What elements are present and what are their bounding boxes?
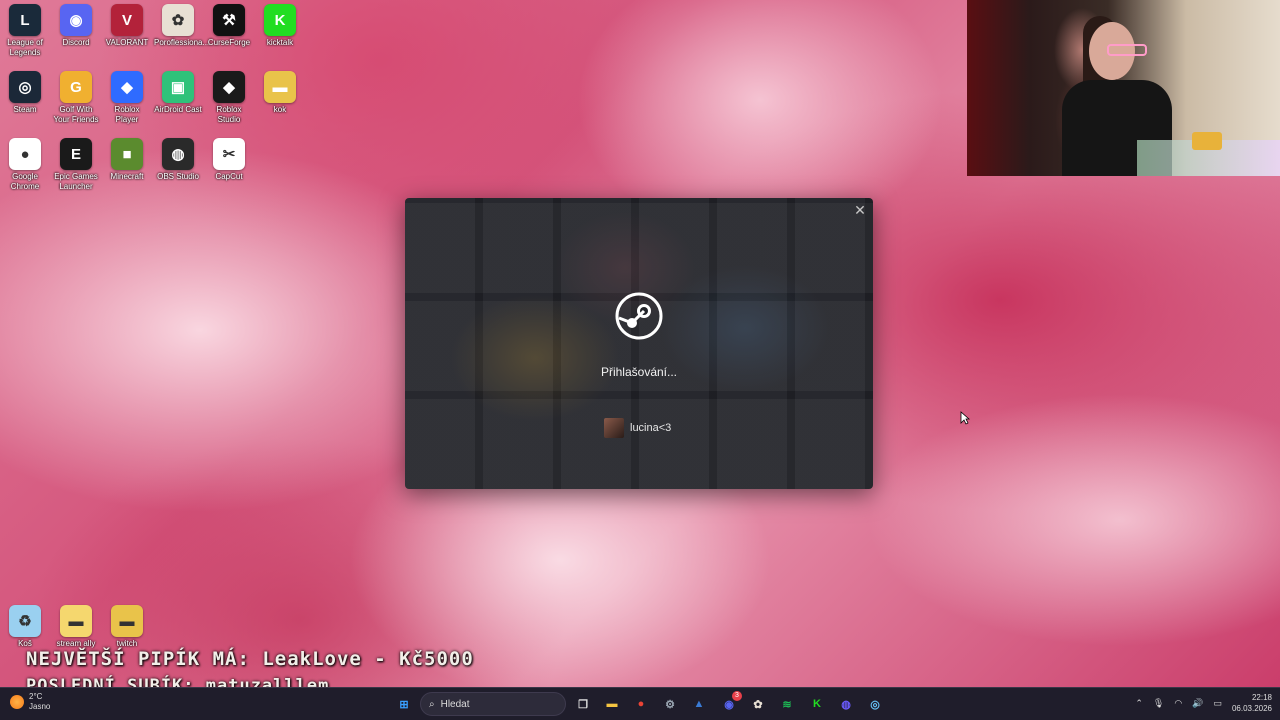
epic-games-icon: E [60,138,92,170]
desktop-icon[interactable]: Kkicktalk [256,4,304,48]
roblox-player-icon: ◆ [111,71,143,103]
photos-icon[interactable]: ▲ [688,693,710,715]
notification-badge: 3 [732,691,742,701]
poro-icon: ✿ [162,4,194,36]
desktop-icon[interactable]: ▣ AirDroid Cast [154,71,202,115]
valorant-icon: V [111,4,143,36]
desktop-icon[interactable]: ✿ Poroflessiona... [154,4,210,48]
search-box[interactable]: ⌕ Hledat [420,692,566,716]
obs-icon: ◍ [162,138,194,170]
top-donor-text: NEJVĚTŠÍ PIPÍK MÁ: LeakLove - Kč5000 [26,648,474,670]
microphone-icon[interactable]: 🎙 [1153,698,1164,709]
weather-description: Jasno [29,702,51,711]
desktop-icon[interactable]: ▬ kok [256,71,304,115]
desktop-icon-label: Roblox Studio [216,105,242,124]
taskbar: 2°C Jasno ⊞ ❐ ▬ ● ⚙ ▲ ◉ ✿ ≋ K ◍ ◎ 3 ⌕ Hledat ⌃ 🎙 ◠ 🔊… [0,687,1280,720]
desktop-icon-label: Google Chrome [10,172,40,191]
kick-icon[interactable]: K [806,693,828,715]
chevron-up-icon[interactable]: ⌃ [1135,698,1143,709]
desktop-icon-label: CapCut [215,172,243,181]
airdroid-icon: ▣ [162,71,194,103]
desktop-icon-label: Poroflessiona... [154,38,210,47]
obs-icon[interactable]: ◍ [835,693,857,715]
spotify-icon[interactable]: ≋ [776,693,798,715]
folder-icon: ▬ [264,71,296,103]
webcam-food [1192,132,1222,150]
desktop-icon[interactable]: ■ Minecraft [103,138,151,182]
desktop-icon[interactable]: ◎ Steam [1,71,49,115]
desktop-icon[interactable]: L League of Legends [1,4,49,58]
folder-icon: ▬ [60,605,92,637]
desktop-icon[interactable]: ● Google Chrome [1,138,49,192]
recycle-bin-icon: ♻ [9,605,41,637]
desktop-icon[interactable]: ◆ Roblox Player [103,71,151,125]
curseforge-icon: ⚒ [213,4,245,36]
desktop-icon-label: Golf With Your Friends [53,105,99,124]
battery-icon[interactable]: ▭ [1213,698,1222,709]
desktop-icon-label: VALORANT [105,38,149,47]
system-tray: ⌃ 🎙 ◠ 🔊 ▭ 22:18 06.03.2026 [1135,692,1272,714]
chrome-icon[interactable]: ● [630,693,652,715]
desktop-icon[interactable]: ◍ OBS Studio [154,138,202,182]
desktop-icon-label: Minecraft [110,172,144,181]
desktop-icon[interactable]: ⚒ CurseForge [205,4,253,48]
desktop-icon[interactable]: ✂ CapCut [205,138,253,182]
avatar [604,418,624,438]
clock[interactable]: 22:18 06.03.2026 [1232,692,1272,714]
volume-icon[interactable]: 🔊 [1192,698,1203,709]
desktop-icon-label: Roblox Player [114,105,140,124]
account-username: lucina<3 [630,422,672,434]
desktop-icon-label: OBS Studio [157,172,199,181]
steam-login-dialog: ✕ Přihlašování... lucina<3 [405,198,873,489]
search-icon: ⌕ [429,698,435,710]
desktop-icon-label: kok [273,105,287,114]
minecraft-icon: ■ [111,138,143,170]
sun-icon [10,695,24,709]
capcut-icon: ✂ [213,138,245,170]
webcam-feed [967,0,1280,176]
login-status-text: Přihlašování... [600,365,678,379]
folder-icon: ▬ [111,605,143,637]
golf-icon: G [60,71,92,103]
desktop-icon[interactable]: ◆ Roblox Studio [205,71,253,125]
kicktalk-icon: K [264,4,296,36]
weather-temperature: 2°C [29,692,43,701]
desktop-icon[interactable]: V VALORANT [103,4,151,48]
task-view-icon[interactable]: ❐ [572,693,594,715]
desktop-icon-label: Steam [13,105,37,114]
wifi-icon[interactable]: ◠ [1174,698,1182,709]
desktop-icon[interactable]: ♻ Koš [1,605,49,649]
clock-date: 06.03.2026 [1231,704,1272,713]
poro-icon[interactable]: ✿ [747,693,769,715]
desktop-icon[interactable]: ▬ stream ally [52,605,100,649]
windows-start-icon[interactable]: ⊞ [393,693,415,715]
chrome-icon: ● [9,138,41,170]
desktop-icon-label: Epic Games Launcher [54,172,98,191]
mouse-cursor-icon [960,411,970,425]
webcam-person-glasses [1107,44,1147,56]
clock-time: 22:18 [1251,693,1272,702]
desktop-icon[interactable]: G Golf With Your Friends [52,71,100,125]
desktop-icon-label: kicktalk [266,38,294,47]
steam-logo-icon [615,292,663,340]
desktop-icon-label: AirDroid Cast [154,105,202,114]
file-explorer-icon[interactable]: ▬ [601,693,623,715]
close-button[interactable]: ✕ [851,201,869,219]
league-of-legends-icon: L [9,4,41,36]
discord-icon: ◉ [60,4,92,36]
settings-icon[interactable]: ⚙ [659,693,681,715]
desktop-icon[interactable]: E Epic Games Launcher [52,138,100,192]
steam-icon[interactable]: ◎ [864,693,886,715]
account-row: lucina<3 [604,418,671,438]
desktop-icon[interactable]: ▬ twitch [103,605,151,649]
desktop-icon-label: League of Legends [7,38,43,57]
desktop-icon-label: Discord [62,38,90,47]
desktop-icon[interactable]: ◉ Discord [52,4,100,48]
weather-widget[interactable]: 2°C Jasno [10,692,50,712]
search-placeholder: Hledat [440,698,470,710]
steam-icon: ◎ [9,71,41,103]
desktop-icon-label: CurseForge [207,38,251,47]
roblox-studio-icon: ◆ [213,71,245,103]
